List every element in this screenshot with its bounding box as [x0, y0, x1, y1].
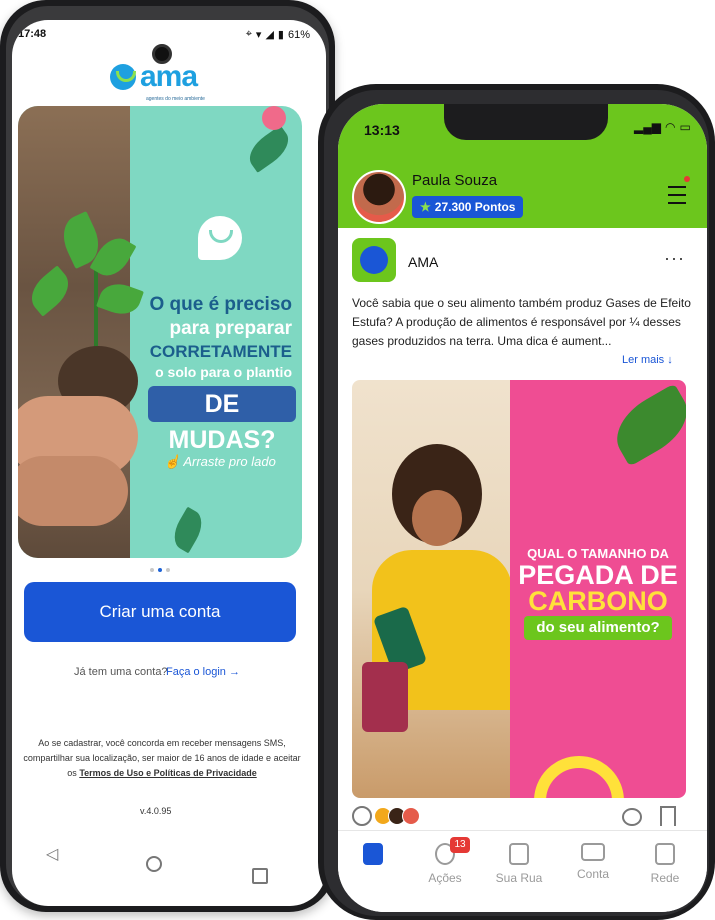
ama-logo: ama — [110, 60, 198, 93]
tab-sua-rua[interactable]: Sua Rua — [484, 843, 554, 885]
status-time: 17:48 — [18, 28, 47, 40]
banner-line-4: o solo para o plantio — [155, 364, 292, 380]
decorative-leaf-icon — [167, 506, 209, 554]
android-screen: 17:48 ⌖ ▾ ◢ ▮ 61% ama agentes do meio am… — [12, 20, 326, 906]
recent-apps-icon[interactable] — [252, 868, 268, 884]
image-line-4: do seu alimento? — [524, 616, 672, 640]
android-phone: 17:48 ⌖ ▾ ◢ ▮ 61% ama agentes do meio am… — [0, 0, 335, 912]
login-link[interactable]: Faça o login → — [166, 666, 240, 678]
logo-word: ama — [140, 60, 198, 93]
android-bezel: 17:48 ⌖ ▾ ◢ ▮ 61% ama agentes do meio am… — [6, 6, 329, 906]
swipe-hand-icon: ☝ — [164, 454, 181, 469]
app-version: v.4.0.95 — [140, 806, 172, 816]
avatar[interactable] — [352, 170, 406, 224]
ama-logo-icon — [110, 64, 136, 90]
tab-label: Rede — [650, 871, 680, 885]
onboarding-banner[interactable]: O que é preciso para preparar CORRETAMEN… — [18, 106, 302, 558]
battery-icon: ▭ — [679, 120, 691, 134]
house-icon — [509, 843, 529, 865]
login-question: Já tem uma conta? — [74, 666, 168, 678]
reactions-row[interactable] — [352, 806, 420, 826]
carousel-indicator — [150, 568, 170, 572]
notification-dot — [684, 176, 690, 182]
iphone-bezel: 13:13 ▂▄▆ ◠ ▭ Paula Souza ★ 27.300 Ponto… — [324, 90, 709, 916]
post-text: Você sabia que o seu alimento também pro… — [352, 296, 691, 348]
woman-face — [412, 490, 462, 546]
hamburger-menu-icon[interactable] — [668, 186, 686, 204]
decorative-leaf-icon — [242, 125, 296, 173]
post-image[interactable]: QUAL O TAMANHO DA PEGADA DE CARBONO do s… — [352, 380, 686, 798]
tab-label: Ações — [428, 871, 462, 885]
tab-conta[interactable]: Conta — [558, 843, 628, 881]
tab-label: Conta — [576, 867, 610, 881]
tab-acoes[interactable]: 13 Ações — [410, 837, 480, 885]
points-badge[interactable]: ★ 27.300 Pontos — [412, 196, 524, 218]
wallet-icon — [581, 843, 605, 861]
banner-line-2: para preparar — [169, 318, 292, 339]
carousel-dot-active[interactable] — [158, 568, 162, 572]
notification-badge: 13 — [450, 837, 470, 853]
iphone-screen: 13:13 ▂▄▆ ◠ ▭ Paula Souza ★ 27.300 Ponto… — [338, 104, 707, 912]
status-time: 13:13 — [364, 122, 400, 138]
image-line-3: CARBONO — [528, 586, 668, 616]
swipe-hint: ☝ Arraste pro lado — [164, 454, 276, 470]
banner-line-3: CORRETAMENTE — [149, 342, 292, 361]
user-name: Paula Souza — [412, 172, 498, 189]
more-options-icon[interactable]: ··· — [664, 248, 685, 269]
location-icon: ⌖ — [245, 28, 252, 40]
image-line-1: QUAL O TAMANHO DA — [527, 546, 669, 561]
notch — [444, 104, 608, 140]
document-icon — [363, 843, 383, 865]
status-bar-icons: ▂▄▆ ◠ ▭ — [634, 120, 691, 134]
points-value: 27.300 Pontos — [434, 200, 516, 214]
banner-highlight: DE MUDAS? — [148, 386, 296, 454]
login-link-label: Faça o login — [166, 666, 226, 678]
battery-percent: 61% — [287, 28, 310, 41]
signal-icon: ▂▄▆ — [634, 120, 661, 134]
iphone: 13:13 ▂▄▆ ◠ ▭ Paula Souza ★ 27.300 Ponto… — [318, 84, 715, 920]
status-bar-icons: ⌖ ▾ ◢ ▮ 61% — [246, 28, 310, 41]
logo-tagline: agentes do meio ambiente — [146, 96, 205, 102]
terms-notice: Ao se cadastrar, você concorda em recebe… — [20, 736, 304, 781]
battery-icon: ▮ — [277, 29, 284, 41]
home-icon[interactable] — [146, 856, 162, 872]
arrow-right-icon: → — [229, 666, 240, 678]
bottom-tab-bar: 13 Ações Sua Rua Conta Rede — [338, 830, 707, 912]
ama-chat-icon — [198, 216, 242, 260]
tab-rede[interactable]: Rede — [630, 843, 700, 885]
read-more-link[interactable]: Ler mais ↓ — [622, 354, 673, 366]
star-icon: ★ — [420, 200, 431, 214]
post-author[interactable]: AMA — [408, 254, 438, 270]
bookmark-icon[interactable] — [660, 806, 676, 826]
read-more-label: Ler mais — [622, 354, 665, 366]
tab-label: Sua Rua — [495, 871, 543, 885]
basket-icon — [655, 843, 675, 865]
smoothie-glass — [362, 662, 408, 732]
tab-feed[interactable] — [338, 843, 408, 871]
back-icon[interactable]: ◁ — [46, 844, 58, 864]
signal-icon: ◢ — [265, 29, 274, 41]
wifi-icon: ▾ — [255, 29, 262, 41]
reaction-avatar — [402, 807, 420, 825]
terms-link[interactable]: Termos de Uso e Políticas de Privacidade — [79, 768, 256, 778]
carousel-dot[interactable] — [166, 568, 170, 572]
hand — [18, 456, 128, 526]
arrow-down-icon: ↓ — [667, 354, 673, 366]
carousel-dot[interactable] — [150, 568, 154, 572]
banner-line-1: O que é preciso — [149, 294, 292, 315]
smile-icon[interactable] — [352, 806, 372, 826]
post-author-avatar[interactable] — [352, 238, 396, 282]
flower-icon — [262, 106, 286, 130]
swipe-text: Arraste pro lado — [183, 454, 276, 469]
wifi-icon: ◠ — [664, 120, 676, 134]
create-account-button[interactable]: Criar uma conta — [24, 582, 296, 642]
comment-icon[interactable] — [622, 808, 642, 826]
